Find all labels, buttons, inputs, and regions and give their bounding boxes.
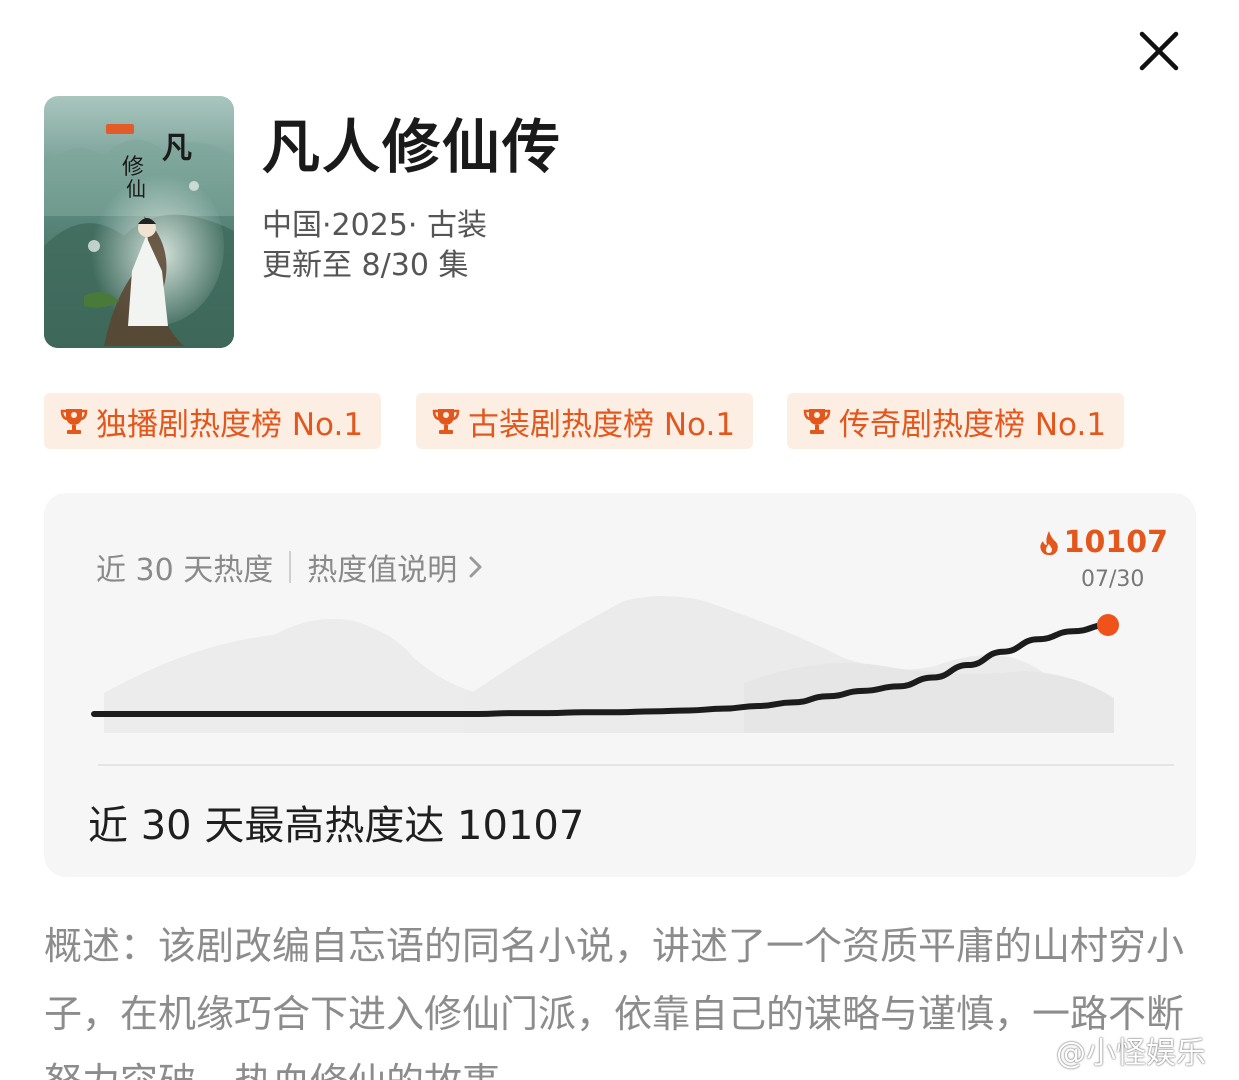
heat-card: 近 30 天热度 热度值说明 10107 07/30 近 30 天最高热度达 1… [44, 493, 1196, 877]
show-title: 凡人修仙传 [262, 113, 563, 181]
trophy-icon [803, 409, 831, 434]
detail-page: 凡 修 仙 凡人修仙传 中国·2025· 古装 更新至 8/30 集 独播剧热度… [0, 0, 1239, 1080]
flame-icon [1039, 530, 1058, 555]
badge-label: 传奇剧热度榜 No.1 [839, 406, 1107, 443]
watermark-text: @小怪娱乐 [1056, 1036, 1206, 1071]
peak-date: 07/30 [1081, 567, 1145, 592]
card-divider [98, 764, 1174, 766]
badge-label: 独播剧热度榜 No.1 [96, 406, 364, 443]
heat-summary: 近 30 天最高热度达 10107 [88, 803, 585, 849]
episode-progress: 更新至 8/30 集 [262, 248, 469, 283]
peak-value-text: 10107 [1063, 525, 1168, 560]
show-meta: 中国·2025· 古装 [262, 208, 487, 243]
svg-text:凡: 凡 [162, 131, 192, 166]
peak-marker [1097, 614, 1119, 636]
header-divider [289, 551, 292, 583]
svg-text:仙: 仙 [126, 177, 146, 201]
close-icon [1139, 31, 1179, 71]
heat-help-link[interactable]: 热度值说明 [307, 545, 485, 589]
trophy-icon [432, 409, 460, 434]
ranking-badge-exclusive[interactable]: 独播剧热度榜 No.1 [44, 393, 382, 449]
close-button[interactable] [1132, 24, 1186, 78]
badge-label: 古装剧热度榜 No.1 [468, 406, 736, 443]
heat-label: 近 30 天热度 [96, 553, 274, 588]
heat-header: 近 30 天热度 热度值说明 [96, 545, 485, 589]
ranking-badge-legend[interactable]: 传奇剧热度榜 No.1 [787, 393, 1125, 449]
heat-help-label: 热度值说明 [307, 553, 458, 588]
trophy-icon [60, 409, 88, 434]
watermark: @小怪娱乐 [1010, 1028, 1206, 1072]
peak-heat-value: 10107 [1038, 525, 1168, 560]
weibo-icon [1011, 1038, 1048, 1066]
poster-image[interactable]: 凡 修 仙 [44, 96, 234, 348]
ranking-badge-costume[interactable]: 古装剧热度榜 No.1 [416, 393, 754, 449]
chevron-right-icon [469, 556, 482, 578]
